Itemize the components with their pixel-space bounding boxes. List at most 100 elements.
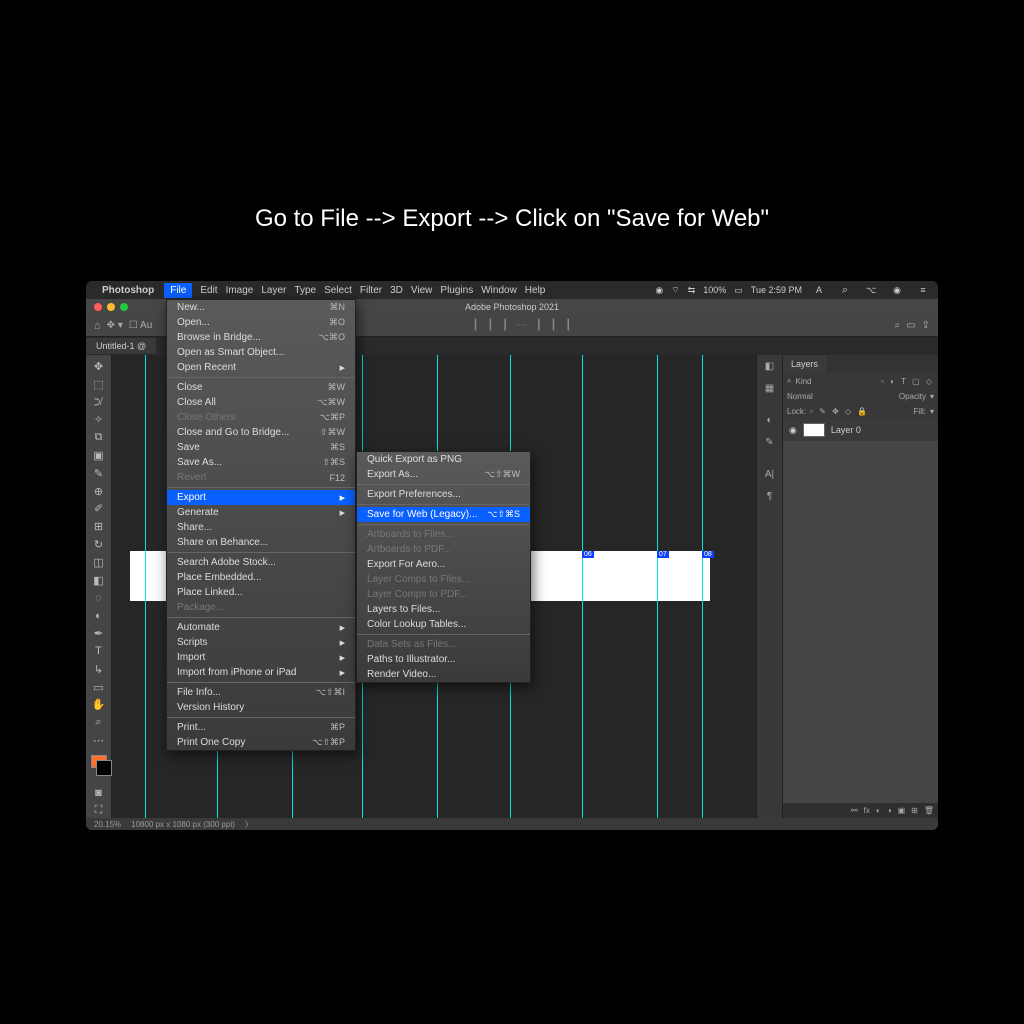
search-icon[interactable]: ⌕ bbox=[836, 281, 854, 299]
file-menu-save[interactable]: Save⌘S bbox=[167, 440, 355, 455]
styles-panel-icon[interactable]: ✎ bbox=[765, 437, 773, 455]
menubar-item-view[interactable]: View bbox=[411, 285, 433, 296]
fill-field[interactable]: ▾ bbox=[930, 407, 934, 416]
type-tool-icon[interactable]: T bbox=[90, 644, 108, 659]
file-menu-close-all[interactable]: Close All⌥⌘W bbox=[167, 395, 355, 410]
file-menu-file-info-[interactable]: File Info...⌥⇧⌘I bbox=[167, 685, 355, 700]
export-menu-render-video-[interactable]: Render Video... bbox=[357, 667, 530, 682]
menubar-item-file[interactable]: File bbox=[164, 283, 192, 298]
heal-tool-icon[interactable]: ⊕ bbox=[90, 484, 108, 499]
export-menu-quick-export-as-png[interactable]: Quick Export as PNG bbox=[357, 452, 530, 467]
char-panel-icon[interactable]: A| bbox=[765, 469, 774, 487]
adjust-panel-icon[interactable]: ◐ bbox=[766, 415, 772, 433]
move-tool-icon[interactable]: ✥ bbox=[90, 359, 108, 374]
group-icon[interactable]: ▣ bbox=[898, 806, 906, 815]
file-menu-save-as-[interactable]: Save As...⇧⌘S bbox=[167, 455, 355, 470]
cc-icon[interactable]: ◉ bbox=[655, 285, 663, 296]
eraser-tool-icon[interactable]: ◫ bbox=[90, 555, 108, 570]
menubar-item-3d[interactable]: 3D bbox=[390, 285, 403, 296]
opacity-field[interactable]: ▾ bbox=[930, 392, 934, 401]
export-menu-paths-to-illustrator-[interactable]: Paths to Illustrator... bbox=[357, 652, 530, 667]
layer-row[interactable]: ◉ Layer 0 bbox=[783, 419, 938, 441]
workspace-icon[interactable]: ▭ bbox=[906, 320, 915, 331]
shape-tool-icon[interactable]: ▭ bbox=[90, 680, 108, 695]
path-tool-icon[interactable]: ↳ bbox=[90, 662, 108, 677]
visibility-icon[interactable]: ◉ bbox=[789, 425, 797, 436]
file-menu-automate[interactable]: Automate bbox=[167, 620, 355, 635]
zoom-tool-icon[interactable]: ⌕ bbox=[90, 715, 108, 730]
delete-icon[interactable]: 🗑 bbox=[924, 806, 934, 815]
siri-icon[interactable]: ◉ bbox=[888, 281, 906, 299]
file-menu-import-from-iphone-or-ipad[interactable]: Import from iPhone or iPad bbox=[167, 665, 355, 680]
file-menu-import[interactable]: Import bbox=[167, 650, 355, 665]
adjustment-icon[interactable]: ◑ bbox=[887, 806, 892, 815]
file-menu-generate[interactable]: Generate bbox=[167, 505, 355, 520]
quickmask-icon[interactable]: ◙ bbox=[90, 785, 108, 800]
export-menu-export-preferences-[interactable]: Export Preferences... bbox=[357, 487, 530, 502]
file-menu-open-[interactable]: Open...⌘O bbox=[167, 315, 355, 330]
color-swatch[interactable] bbox=[91, 755, 107, 769]
document-tab[interactable]: Untitled-1 @ bbox=[86, 338, 156, 354]
layer-thumb[interactable] bbox=[803, 423, 825, 437]
fx-icon[interactable]: fx bbox=[864, 806, 870, 815]
file-menu-place-embedded-[interactable]: Place Embedded... bbox=[167, 570, 355, 585]
crop-tool-icon[interactable]: ⧉ bbox=[90, 430, 108, 445]
para-panel-icon[interactable]: ¶ bbox=[767, 491, 772, 509]
menubar-item-edit[interactable]: Edit bbox=[200, 285, 217, 296]
move-tool-icon[interactable]: ✥ ▾ bbox=[107, 320, 123, 331]
file-menu-search-adobe-stock-[interactable]: Search Adobe Stock... bbox=[167, 555, 355, 570]
lasso-tool-icon[interactable]: ⟉ bbox=[90, 395, 108, 410]
marquee-tool-icon[interactable]: ⬚ bbox=[90, 377, 108, 392]
file-menu-share-[interactable]: Share... bbox=[167, 520, 355, 535]
spotlight-icon[interactable]: A bbox=[810, 281, 828, 299]
file-menu-close[interactable]: Close⌘W bbox=[167, 380, 355, 395]
eyedropper-tool-icon[interactable]: ✎ bbox=[90, 466, 108, 481]
dodge-tool-icon[interactable]: ◐ bbox=[90, 608, 108, 623]
link-layers-icon[interactable]: ⚯ bbox=[851, 806, 858, 815]
menubar-item-layer[interactable]: Layer bbox=[261, 285, 286, 296]
file-menu-browse-in-bridge-[interactable]: Browse in Bridge...⌥⌘O bbox=[167, 330, 355, 345]
menubar-app[interactable]: Photoshop bbox=[102, 285, 154, 296]
hand-tool-icon[interactable]: ✋ bbox=[90, 697, 108, 712]
bluetooth-icon[interactable]: ⌔ bbox=[671, 285, 679, 296]
layers-tab[interactable]: Layers bbox=[783, 355, 826, 373]
color-panel-icon[interactable]: ◧ bbox=[765, 361, 774, 379]
file-menu-version-history[interactable]: Version History bbox=[167, 700, 355, 715]
screenmode-icon[interactable]: ⛶ bbox=[90, 803, 108, 818]
stamp-tool-icon[interactable]: ⊞ bbox=[90, 519, 108, 534]
file-menu-place-linked-[interactable]: Place Linked... bbox=[167, 585, 355, 600]
wand-tool-icon[interactable]: ✧ bbox=[90, 412, 108, 427]
home-icon[interactable]: ⌂ bbox=[94, 320, 101, 332]
export-menu-layers-to-files-[interactable]: Layers to Files... bbox=[357, 602, 530, 617]
zoom-level[interactable]: 20.15% bbox=[94, 820, 121, 829]
layers-filter[interactable]: ⌕Kind ▫ ◐ T ▢ ◇ bbox=[783, 373, 938, 389]
share-icon[interactable]: ⇪ bbox=[922, 320, 930, 331]
align-icons[interactable]: ┃ ┃ ┃ ⋯ ┃ ┃ ┃ bbox=[473, 320, 575, 331]
menubar-item-image[interactable]: Image bbox=[226, 285, 254, 296]
swatches-panel-icon[interactable]: ▦ bbox=[765, 383, 774, 401]
blend-mode[interactable]: Normal bbox=[787, 392, 813, 401]
export-menu-export-as-[interactable]: Export As...⌥⇧⌘W bbox=[357, 467, 530, 482]
file-menu-open-recent[interactable]: Open Recent bbox=[167, 360, 355, 375]
new-layer-icon[interactable]: ⊞ bbox=[911, 806, 918, 815]
export-menu-color-lookup-tables-[interactable]: Color Lookup Tables... bbox=[357, 617, 530, 632]
file-menu-close-and-go-to-bridge-[interactable]: Close and Go to Bridge...⇧⌘W bbox=[167, 425, 355, 440]
wifi-icon[interactable]: ⇆ bbox=[688, 285, 696, 296]
menubar-item-window[interactable]: Window bbox=[481, 285, 517, 296]
blur-tool-icon[interactable]: ◌ bbox=[90, 591, 108, 606]
file-menu-export[interactable]: Export bbox=[167, 490, 355, 505]
file-menu-print-one-copy[interactable]: Print One Copy⌥⇧⌘P bbox=[167, 735, 355, 750]
menubar-item-filter[interactable]: Filter bbox=[360, 285, 382, 296]
file-menu-scripts[interactable]: Scripts bbox=[167, 635, 355, 650]
battery-icon[interactable]: ▭ bbox=[734, 285, 743, 296]
gradient-tool-icon[interactable]: ◧ bbox=[90, 573, 108, 588]
menubar-item-plugins[interactable]: Plugins bbox=[440, 285, 473, 296]
frame-tool-icon[interactable]: ▣ bbox=[90, 448, 108, 463]
history-brush-icon[interactable]: ↻ bbox=[90, 537, 108, 552]
file-menu-share-on-behance-[interactable]: Share on Behance... bbox=[167, 535, 355, 550]
search-icon[interactable]: ⌕ bbox=[895, 320, 901, 331]
auto-select[interactable]: ☐ Au bbox=[129, 320, 152, 331]
file-menu-open-as-smart-object-[interactable]: Open as Smart Object... bbox=[167, 345, 355, 360]
brush-tool-icon[interactable]: ✐ bbox=[90, 502, 108, 517]
edit-toolbar-icon[interactable]: ⋯ bbox=[90, 733, 108, 748]
